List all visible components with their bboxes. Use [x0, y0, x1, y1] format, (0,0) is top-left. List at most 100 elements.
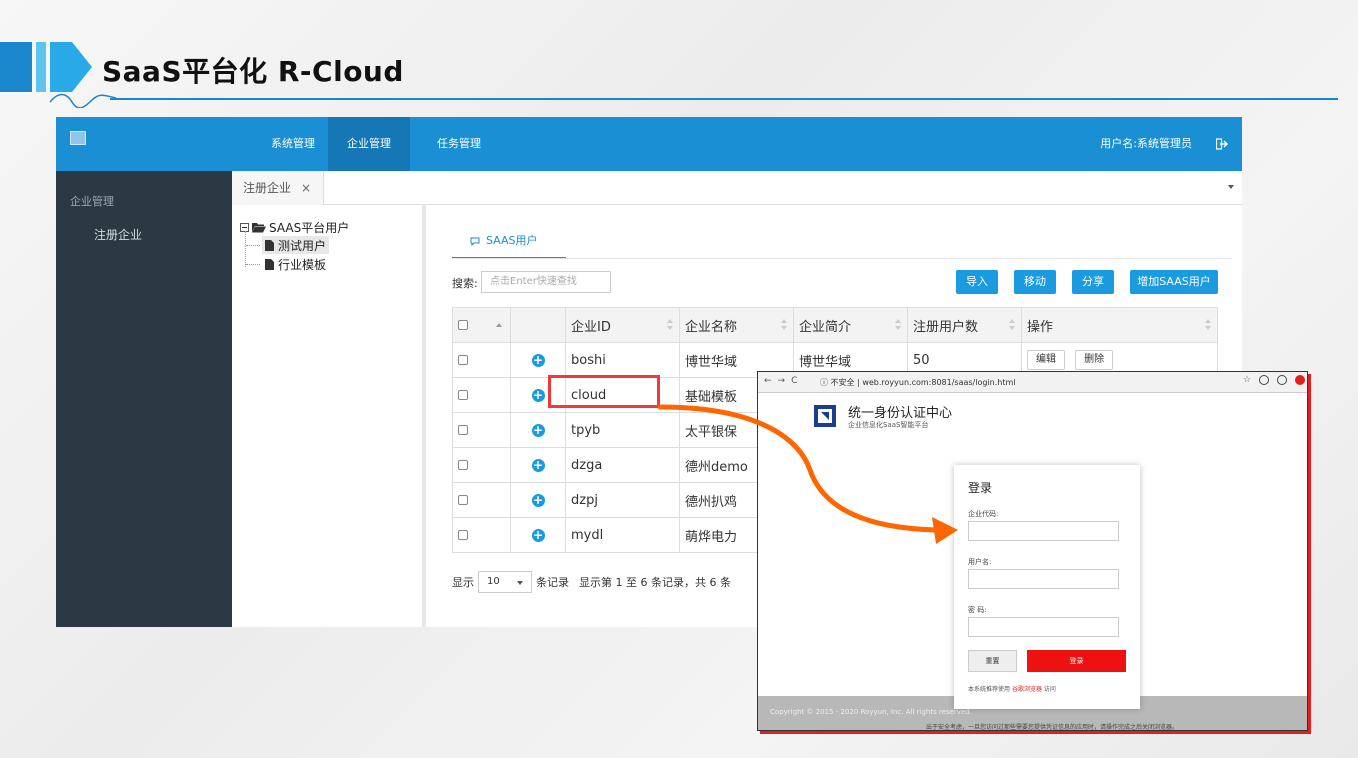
page-size-select[interactable]: 10 — [478, 571, 532, 593]
password-input[interactable] — [968, 617, 1119, 637]
expand-plus-icon[interactable]: + — [531, 388, 545, 402]
opera-icon[interactable] — [1295, 375, 1305, 385]
nav-system[interactable]: 系统管理 — [256, 117, 330, 171]
header-enterprise-intro[interactable]: 企业简介 — [793, 307, 908, 343]
company-code-input[interactable] — [968, 521, 1119, 541]
row-checkbox[interactable] — [458, 390, 468, 400]
star-icon[interactable]: ☆ — [1243, 375, 1251, 385]
header-actions[interactable]: 操作 — [1021, 307, 1218, 343]
file-icon — [265, 239, 274, 251]
move-button[interactable]: 移动 — [1014, 270, 1056, 294]
row-expand[interactable]: + — [510, 447, 566, 483]
reset-button[interactable]: 重置 — [968, 650, 1017, 672]
row-expand[interactable]: + — [510, 412, 566, 448]
row-select[interactable] — [452, 517, 511, 553]
row-expand[interactable]: + — [510, 482, 566, 518]
sort-icon[interactable] — [1009, 319, 1015, 331]
row-select[interactable] — [452, 482, 511, 518]
import-button[interactable]: 导入 — [956, 270, 998, 294]
login-button[interactable]: 登录 — [1027, 650, 1126, 672]
sort-icon[interactable] — [781, 319, 787, 331]
expand-plus-icon[interactable]: + — [531, 423, 545, 437]
row-select[interactable] — [452, 377, 511, 413]
tree-connector — [246, 245, 260, 246]
sidebar-item-register-enterprise[interactable]: 注册企业 — [94, 226, 142, 243]
expand-plus-icon[interactable]: + — [531, 528, 545, 542]
brand-title: 统一身份认证中心 — [848, 406, 953, 421]
sort-icon[interactable] — [667, 319, 673, 331]
content-tab-label: SAAS用户 — [486, 234, 538, 247]
sort-icon[interactable] — [895, 319, 901, 331]
edit-button[interactable]: 编辑 — [1027, 350, 1065, 370]
company-code-label: 企业代码: — [968, 510, 999, 518]
header-enterprise-name[interactable]: 企业名称 — [679, 307, 794, 343]
tab-close-icon[interactable]: × — [301, 171, 311, 205]
row-checkbox[interactable] — [458, 530, 468, 540]
row-expand[interactable]: + — [510, 517, 566, 553]
brand-subtitle: 企业信息化SaaS智能平台 — [848, 421, 929, 429]
browser-nav-icons[interactable]: ←→C — [764, 376, 803, 386]
header-expand — [510, 307, 566, 343]
url-secure-label: 不安全 — [830, 378, 855, 387]
search-label: 搜索: — [452, 277, 478, 290]
tip-browser-link[interactable]: 谷歌浏览器 — [1012, 686, 1042, 693]
tree-root[interactable]: SAAS平台用户 — [240, 219, 349, 236]
tree-connector — [245, 231, 246, 267]
cell-id: boshi — [565, 342, 680, 378]
tree-item-test-users[interactable]: 测试用户 — [262, 236, 330, 254]
tab-label: 注册企业 — [243, 181, 292, 195]
tree-item-industry-template[interactable]: 行业模板 — [262, 255, 329, 273]
username-input[interactable] — [968, 569, 1119, 589]
search-input[interactable]: 点击Enter快速查找 — [481, 271, 611, 293]
row-select[interactable] — [452, 342, 511, 378]
tab-register-enterprise[interactable]: 注册企业 × — [232, 171, 324, 205]
expand-plus-icon[interactable]: + — [531, 458, 545, 472]
sort-asc-icon[interactable] — [496, 323, 502, 327]
password-label: 密 码: — [968, 606, 987, 614]
tab-saas-users[interactable]: SAAS用户 — [452, 229, 566, 259]
row-checkbox[interactable] — [458, 495, 468, 505]
row-select[interactable] — [452, 447, 511, 483]
row-checkbox[interactable] — [458, 425, 468, 435]
pagination: 显示 10 条记录 显示第 1 至 6 条记录，共 6 条 — [452, 571, 731, 593]
org-tree: SAAS平台用户 测试用户 行业模板 — [232, 205, 426, 627]
expand-plus-icon[interactable]: + — [531, 493, 545, 507]
brand-logo-icon — [814, 405, 836, 427]
highlight-box — [548, 375, 660, 408]
select-all-checkbox[interactable] — [458, 320, 468, 330]
header-select-all[interactable] — [452, 307, 511, 343]
pager-per-label: 条记录 — [536, 576, 569, 589]
account-icon[interactable] — [1277, 375, 1287, 385]
header-enterprise-id[interactable]: 企业ID — [565, 307, 680, 343]
nav-enterprise[interactable]: 企业管理 — [328, 117, 410, 171]
header-user-count[interactable]: 注册用户数 — [907, 307, 1022, 343]
row-checkbox[interactable] — [458, 460, 468, 470]
logout-icon[interactable] — [1216, 138, 1228, 150]
header-chevron-icon — [0, 42, 92, 92]
url-address: web.royyun.com:8081/saas/login.html — [862, 378, 1016, 387]
broken-logo-icon — [70, 131, 86, 145]
login-card: 登录 企业代码: 用户名: 密 码: 重置 登录 本系统推荐使用 谷歌浏览器 访… — [954, 465, 1140, 709]
wave-decoration-icon — [49, 93, 117, 108]
add-saas-user-button[interactable]: 增加SAAS用户 — [1130, 270, 1218, 294]
cell-id: tpyb — [565, 412, 680, 448]
row-select[interactable] — [452, 412, 511, 448]
delete-button[interactable]: 删除 — [1075, 350, 1114, 370]
expand-plus-icon[interactable]: + — [531, 353, 545, 367]
row-expand[interactable]: + — [510, 342, 566, 378]
share-button[interactable]: 分享 — [1072, 270, 1114, 294]
row-checkbox[interactable] — [458, 355, 468, 365]
nav-task[interactable]: 任务管理 — [422, 117, 496, 171]
header-label: 企业简介 — [799, 319, 852, 335]
tab-dropdown-icon[interactable] — [1228, 185, 1234, 189]
tip-prefix: 本系统推荐使用 — [968, 686, 1011, 693]
tip-suffix: 访问 — [1043, 686, 1056, 693]
content-tab-divider — [452, 258, 1232, 259]
sidebar-heading: 企业管理 — [70, 195, 114, 208]
folder-open-icon — [252, 223, 266, 233]
url-text[interactable]: ⓘ 不安全 | web.royyun.com:8081/saas/login.h… — [820, 377, 1016, 388]
extension-icon[interactable] — [1259, 375, 1269, 385]
sort-icon[interactable] — [1205, 319, 1211, 331]
browser-tip: 本系统推荐使用 谷歌浏览器 访问 — [968, 684, 1056, 693]
tree-connector — [246, 264, 260, 265]
